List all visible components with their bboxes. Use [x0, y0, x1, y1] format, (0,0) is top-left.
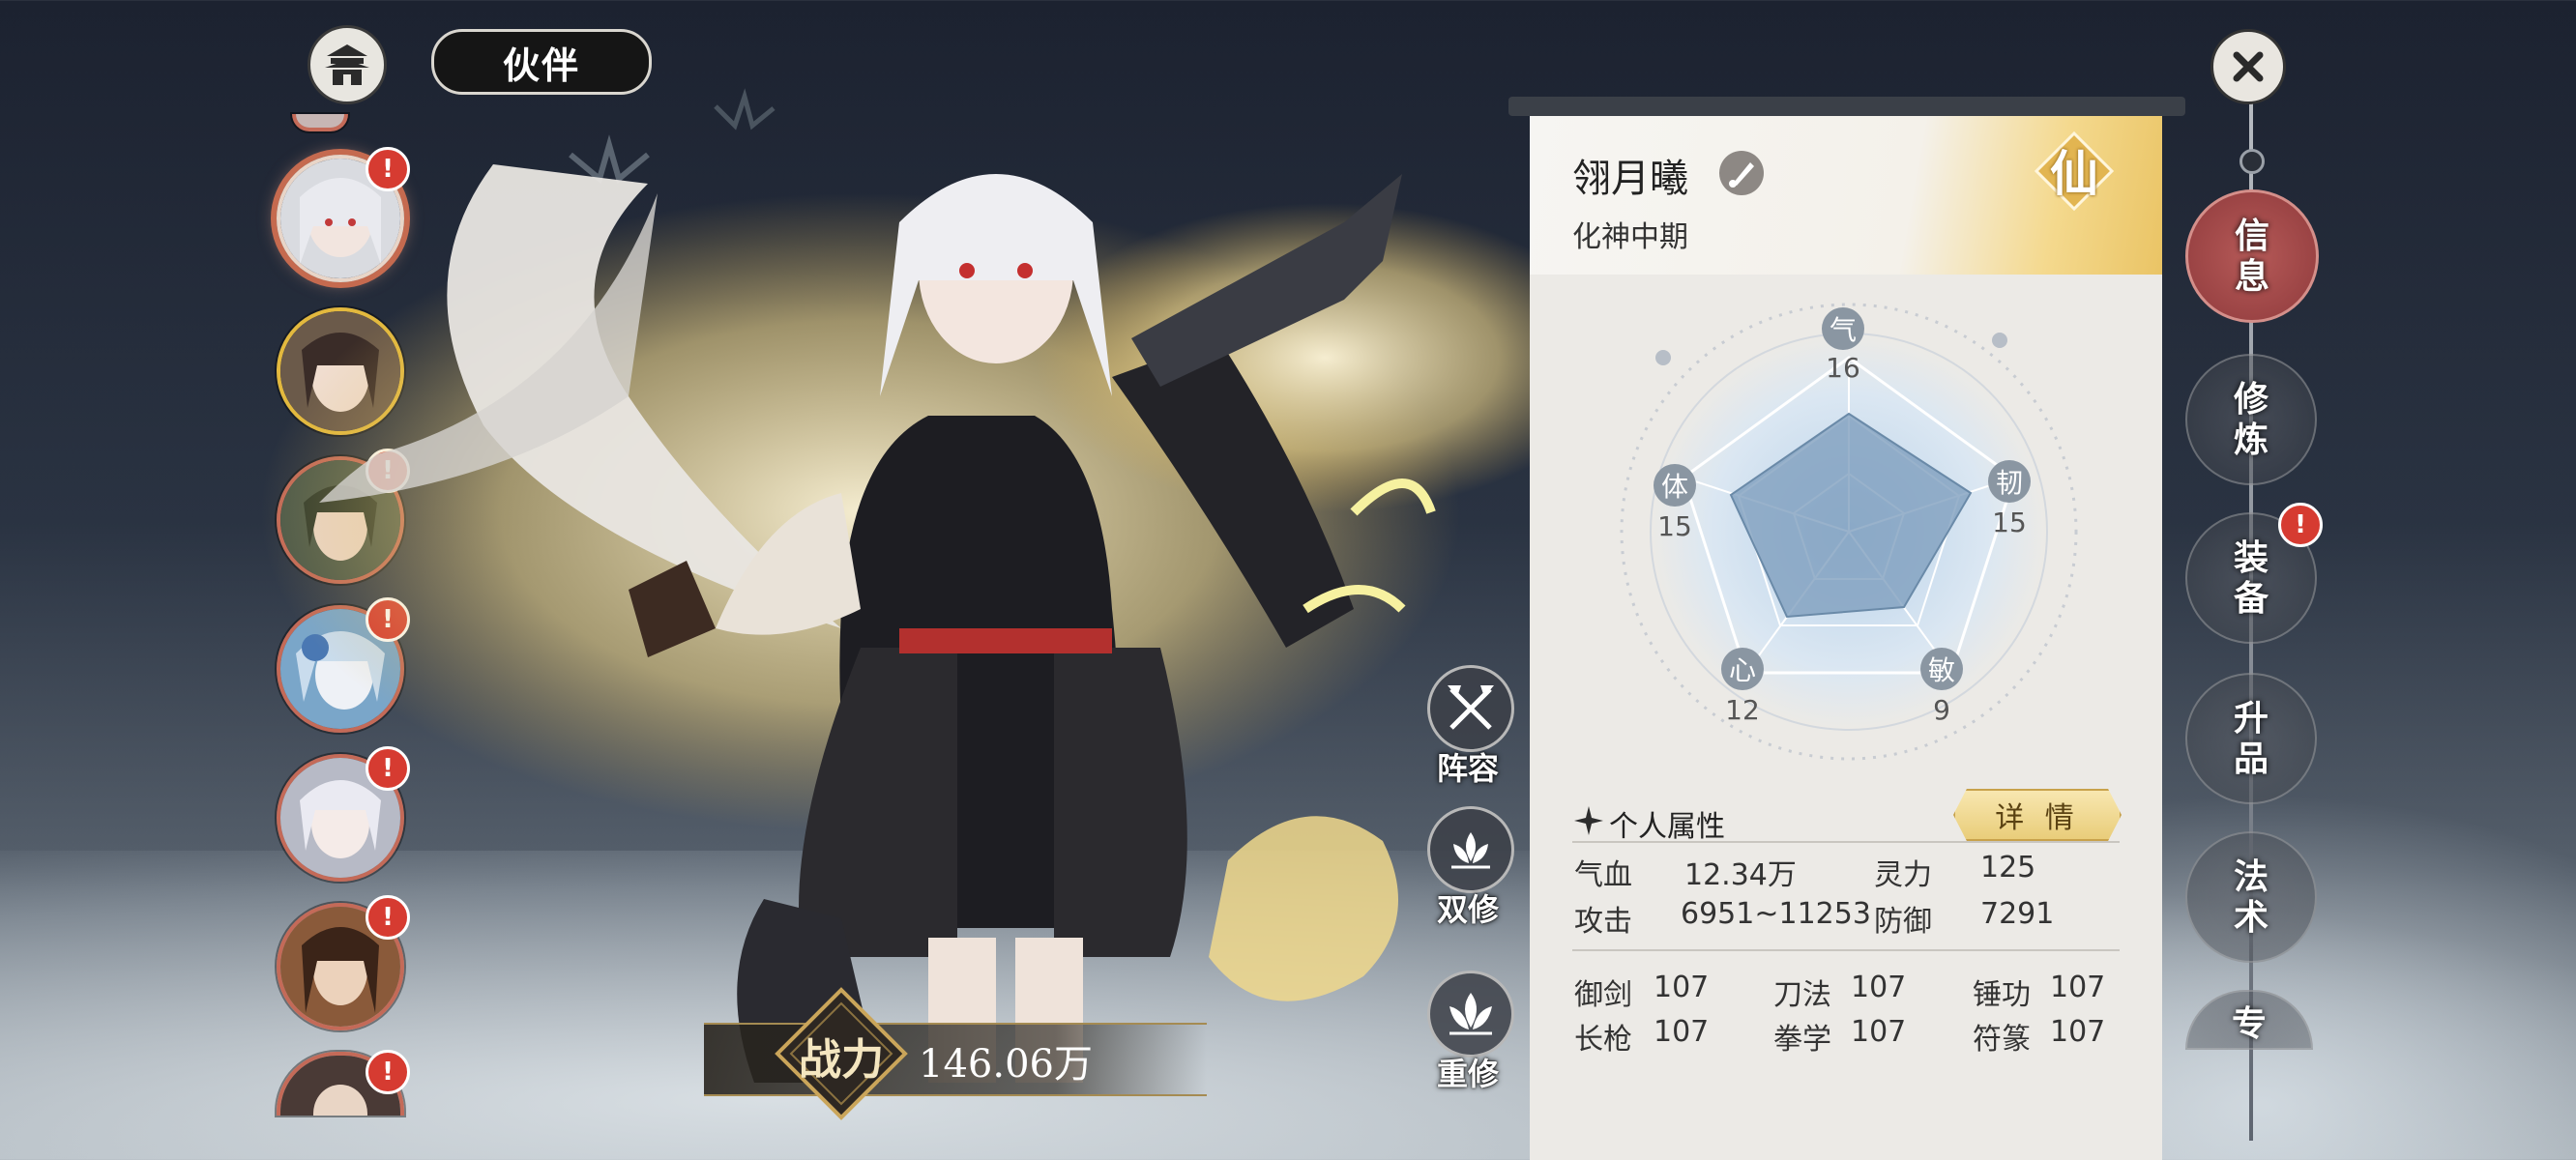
palace-icon	[325, 44, 369, 85]
close-button[interactable]	[2210, 29, 2286, 104]
tab-specialty-line1: 专	[2231, 1003, 2267, 1044]
tab-cultivation-line2: 炼	[2233, 420, 2269, 460]
radar-min-value: 9	[1933, 694, 1950, 726]
lotus-icon	[1449, 993, 1492, 1035]
spirit-value: 125	[1980, 851, 2036, 884]
dual-cultivation-button[interactable]	[1427, 806, 1514, 893]
radar-qi-label: 气	[1822, 307, 1864, 350]
hp-label: 气血	[1574, 858, 1632, 892]
personal-attributes-title: 个人属性	[1609, 810, 1725, 844]
radar-ti-value: 15	[1657, 510, 1692, 542]
radar-ti-label: 体	[1654, 464, 1696, 507]
skill-sword-label: 御剑	[1574, 978, 1632, 1012]
combat-power-label: 战力	[799, 1035, 884, 1085]
badge-text: !	[2295, 510, 2306, 539]
sparkle-icon	[1574, 806, 1603, 835]
radar-ren-value: 15	[1992, 507, 2027, 538]
tab-equipment-badge: !	[2278, 503, 2323, 547]
skill-spear-label: 长枪	[1574, 1023, 1632, 1057]
skill-talisman-label: 符篆	[1973, 1023, 2031, 1057]
divider-1	[1572, 841, 2120, 843]
tab-spells[interactable]: 法 术	[2185, 831, 2317, 963]
radar-min-label: 敏	[1920, 648, 1963, 690]
skill-blade-label: 刀法	[1773, 978, 1831, 1012]
tab-upgrade[interactable]: 升 品	[2185, 673, 2317, 804]
page-title: 伙伴	[431, 29, 652, 95]
lotus-pair-icon	[1451, 832, 1490, 869]
recultivate-button[interactable]	[1427, 971, 1514, 1058]
recultivate-label: 重修	[1436, 1056, 1499, 1092]
skill-blade-value: 107	[1851, 971, 1907, 1004]
crossed-axes-icon	[1448, 685, 1494, 730]
lineup-label: 阵容	[1436, 750, 1499, 787]
tab-upgrade-line1: 升	[2233, 698, 2269, 739]
page-title-text: 伙伴	[502, 44, 580, 87]
divider-2	[1572, 949, 2120, 951]
radar-ren-label: 韧	[1988, 460, 2031, 503]
hp-value: 12.34万	[1684, 858, 1797, 892]
radar-xin-value: 12	[1725, 694, 1760, 726]
radar-qi-value: 16	[1826, 352, 1860, 384]
tab-spells-line2: 术	[2233, 897, 2269, 938]
skill-spear-value: 107	[1654, 1015, 1710, 1049]
tab-info[interactable]: 信 息	[2185, 189, 2319, 323]
defense-label: 防御	[1874, 905, 1932, 939]
skill-fist-label: 拳学	[1773, 1023, 1831, 1057]
tab-upgrade-line2: 品	[2233, 739, 2269, 779]
tab-equipment-line1: 装	[2233, 537, 2269, 578]
tab-cultivation-line1: 修	[2233, 379, 2269, 420]
tab-equipment-line2: 备	[2233, 578, 2269, 619]
panel-top-bar	[1508, 97, 2185, 116]
combat-power-value: 146.06万	[919, 1042, 1093, 1087]
tab-cultivation[interactable]: 修 炼	[2185, 354, 2317, 485]
tab-info-line1: 信	[2234, 216, 2269, 256]
dual-cultivation-label: 双修	[1436, 891, 1499, 928]
rename-brush-icon[interactable]	[1719, 151, 1764, 195]
skill-hammer-value: 107	[2050, 971, 2106, 1004]
radar-xin-label: 心	[1721, 648, 1764, 690]
skill-sword-value: 107	[1654, 971, 1710, 1004]
attack-value: 6951~11253	[1681, 897, 1871, 931]
tab-spells-line1: 法	[2233, 856, 2269, 897]
home-button[interactable]	[307, 25, 387, 104]
skill-hammer-label: 锤功	[1973, 978, 2031, 1012]
character-artwork	[261, 164, 1547, 1083]
skill-talisman-value: 107	[2050, 1015, 2106, 1049]
attack-label: 攻击	[1574, 905, 1632, 939]
details-button[interactable]: 详 情	[1953, 789, 2122, 841]
rail-knob	[2239, 149, 2265, 174]
skill-fist-value: 107	[1851, 1015, 1907, 1049]
character-name: 翎月曦	[1572, 157, 1688, 201]
character-tag: 仙	[2050, 145, 2098, 202]
lineup-button[interactable]	[1427, 665, 1514, 752]
tab-info-line2: 息	[2234, 256, 2269, 297]
spirit-label: 灵力	[1874, 858, 1932, 892]
character-realm: 化神中期	[1572, 220, 1688, 254]
close-icon	[2233, 51, 2264, 82]
details-button-label: 详 情	[1995, 801, 2080, 835]
defense-value: 7291	[1980, 897, 2055, 931]
